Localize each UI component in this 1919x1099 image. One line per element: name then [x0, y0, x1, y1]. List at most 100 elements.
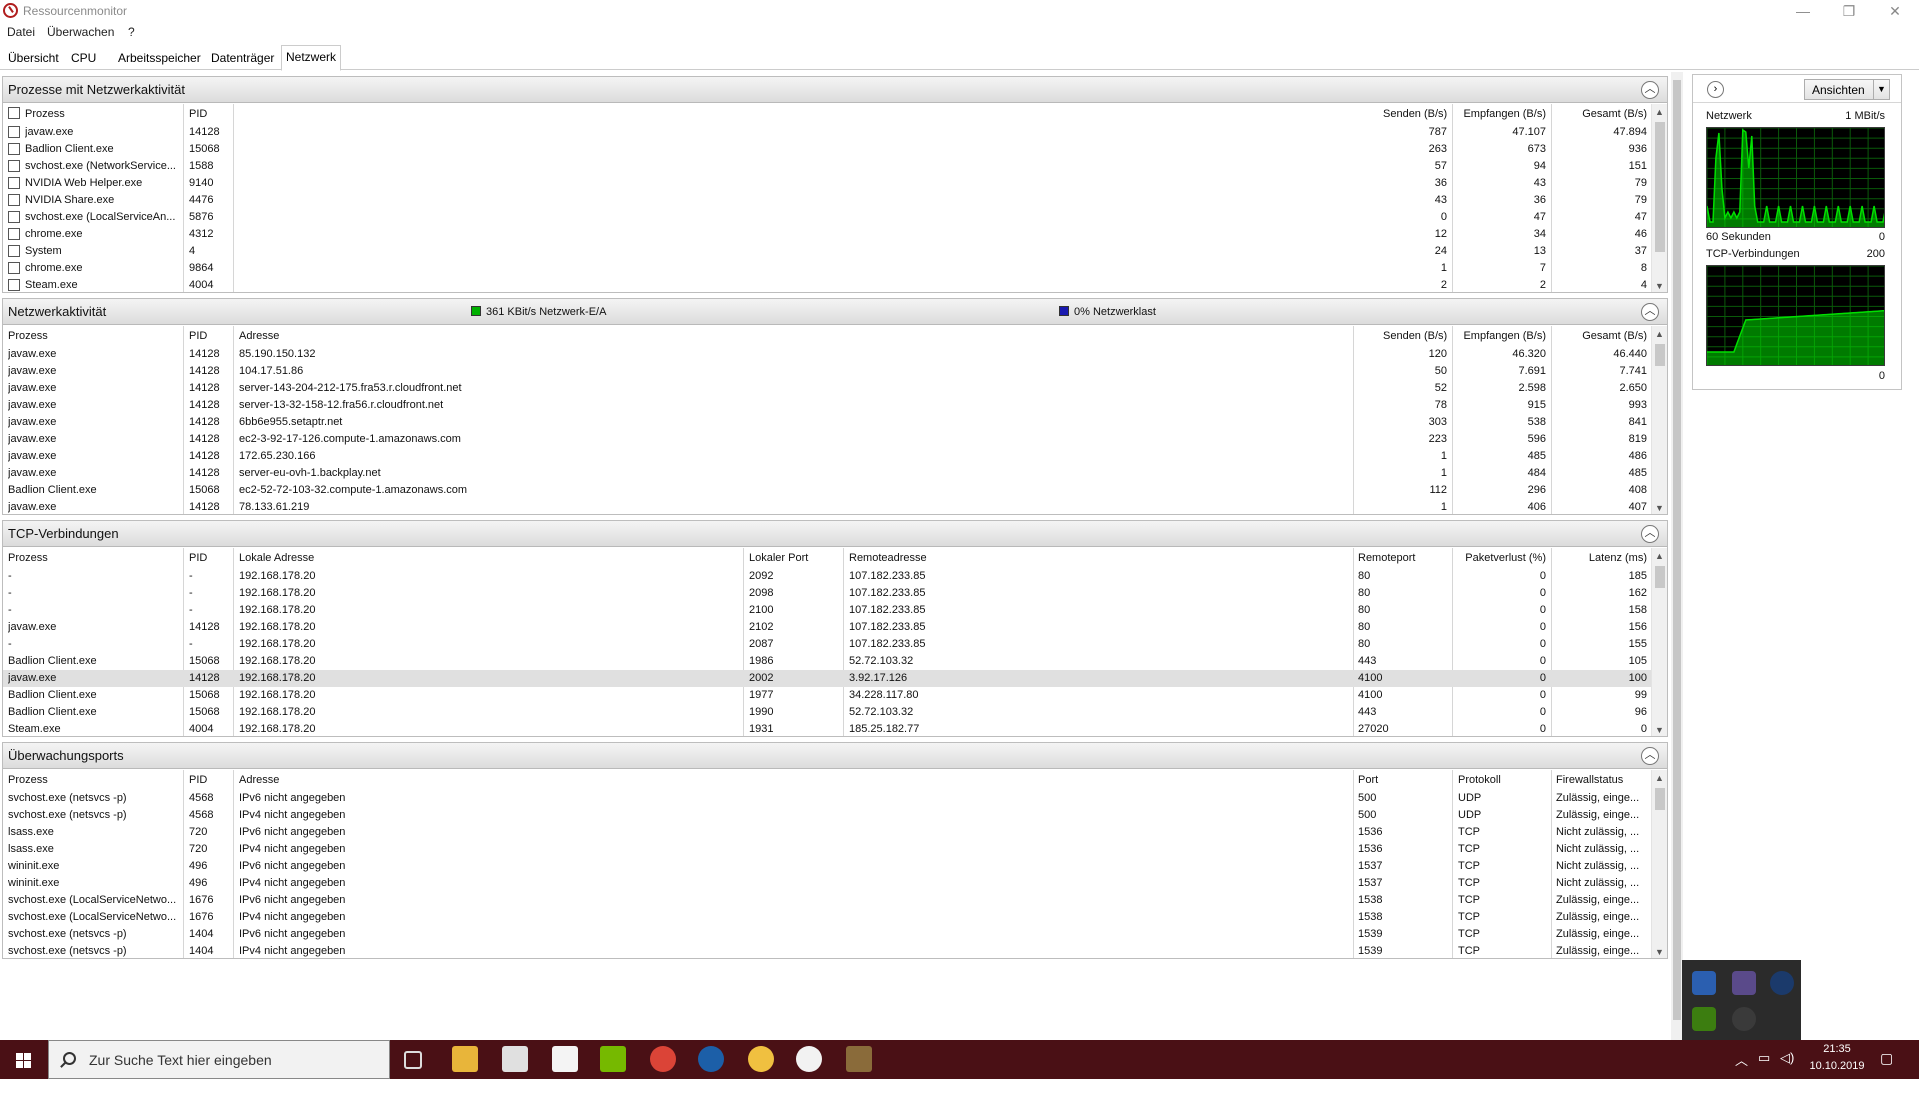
col-adresse[interactable]: Adresse: [239, 774, 279, 786]
table-row[interactable]: Badlion Client.exe 15068 192.168.178.20 197…: [3, 687, 1653, 704]
col-paketverlust[interactable]: Paketverlust (%): [1453, 552, 1546, 564]
table-row[interactable]: wininit.exe 496 IPv6 nicht angegeben 1537 TC…: [3, 858, 1653, 875]
table-row[interactable]: - - 192.168.178.20 2098 107.182.233.85 80 0 162: [3, 585, 1653, 602]
table-row[interactable]: javaw.exe 14128 104.17.51.86 50 7.691 7.741: [3, 363, 1653, 380]
tcp-header[interactable]: TCP-Verbindungen ︿: [3, 521, 1667, 547]
network-icon[interactable]: ▭: [1758, 1050, 1770, 1089]
file-explorer-icon[interactable]: [452, 1046, 478, 1072]
table-row[interactable]: lsass.exe 720 IPv4 nicht angegeben 1536 TCP N…: [3, 841, 1653, 858]
table-row[interactable]: svchost.exe (NetworkService... 1588 57 94 15…: [3, 158, 1653, 175]
table-row[interactable]: javaw.exe 14128 ec2-3-92-17-126.compute-1.…: [3, 431, 1653, 448]
col-senden[interactable]: Senden (B/s): [1383, 108, 1447, 120]
row-checkbox[interactable]: [8, 126, 20, 138]
clock-date[interactable]: 10.10.2019: [1806, 1060, 1868, 1099]
col-prozess[interactable]: Prozess: [25, 108, 65, 120]
processes-header[interactable]: Prozesse mit Netzwerkaktivität ︿: [3, 77, 1667, 103]
views-dropdown[interactable]: Ansichten ▼: [1804, 79, 1890, 100]
col-prozess[interactable]: Prozess: [8, 774, 48, 786]
table-row[interactable]: - - 192.168.178.20 2100 107.182.233.85 80 0 158: [3, 602, 1653, 619]
settings-cogs-icon[interactable]: [1732, 1007, 1756, 1031]
table-row[interactable]: svchost.exe (netsvcs -p) 1404 IPv4 nicht a…: [3, 943, 1653, 958]
col-pid[interactable]: PID: [189, 774, 207, 786]
menu-help[interactable]: ?: [128, 25, 135, 39]
table-row[interactable]: Badlion Client.exe 15068 ec2-52-72-103-32.…: [3, 482, 1653, 499]
table-row[interactable]: System 4 24 13 37: [3, 243, 1653, 260]
start-button[interactable]: [0, 1040, 48, 1079]
tab-cpu[interactable]: CPU: [67, 48, 100, 70]
taskbar-search-box[interactable]: Zur Suche Text hier eingeben: [48, 1040, 390, 1079]
processes-collapse-button[interactable]: ︿: [1641, 81, 1659, 99]
col-latenz[interactable]: Latenz (ms): [1553, 552, 1647, 564]
table-row[interactable]: Steam.exe 4004 2 2 4: [3, 277, 1653, 292]
col-senden[interactable]: Senden (B/s): [1383, 330, 1447, 342]
tab-uebersicht[interactable]: Übersicht: [4, 48, 63, 70]
table-row[interactable]: javaw.exe 14128 192.168.178.20 2002 3.92.17.…: [3, 670, 1653, 687]
col-prozess[interactable]: Prozess: [8, 330, 48, 342]
table-row[interactable]: svchost.exe (netsvcs -p) 1404 IPv6 nicht a…: [3, 926, 1653, 943]
store-icon[interactable]: [502, 1046, 528, 1072]
col-remoteport[interactable]: Remoteport: [1358, 552, 1415, 564]
table-row[interactable]: javaw.exe 14128 172.65.230.166 1 485 486: [3, 448, 1653, 465]
row-checkbox[interactable]: [8, 245, 20, 257]
row-checkbox[interactable]: [8, 160, 20, 172]
table-row[interactable]: svchost.exe (LocalServiceNetwo... 1676 IPv…: [3, 892, 1653, 909]
table-row[interactable]: NVIDIA Share.exe 4476 43 36 79: [3, 192, 1653, 209]
minimize-button[interactable]: —: [1780, 0, 1826, 22]
gamepad-icon[interactable]: [1692, 971, 1716, 995]
col-remoteadresse[interactable]: Remoteadresse: [849, 552, 927, 564]
table-row[interactable]: javaw.exe 14128 6bb6e955.setaptr.net 303 538…: [3, 414, 1653, 431]
activity-header[interactable]: Netzwerkaktivität 361 KBit/s Netzwerk-E/…: [3, 299, 1667, 325]
table-row[interactable]: - - 192.168.178.20 2087 107.182.233.85 80 0 155: [3, 636, 1653, 653]
tab-arbeitsspeicher[interactable]: Arbeitsspeicher: [114, 48, 205, 70]
table-row[interactable]: Badlion Client.exe 15068 192.168.178.20 198…: [3, 653, 1653, 670]
tray-show-hidden-icons[interactable]: ︿: [1735, 1050, 1748, 1089]
volume-icon[interactable]: ◁): [1780, 1050, 1794, 1089]
row-checkbox[interactable]: [8, 211, 20, 223]
row-checkbox[interactable]: [8, 262, 20, 274]
table-row[interactable]: javaw.exe 14128 78.133.61.219 1 406 407: [3, 499, 1653, 514]
col-pid[interactable]: PID: [189, 330, 207, 342]
table-row[interactable]: Badlion Client.exe 15068 192.168.178.20 199…: [3, 704, 1653, 721]
tcp-collapse-button[interactable]: ︿: [1641, 525, 1659, 543]
compass-icon[interactable]: [796, 1046, 822, 1072]
table-row[interactable]: svchost.exe (LocalServiceNetwo... 1676 IPv…: [3, 909, 1653, 926]
row-checkbox[interactable]: [8, 143, 20, 155]
nvidia-icon[interactable]: [1692, 1007, 1716, 1031]
menu-datei[interactable]: Datei: [7, 25, 35, 39]
table-row[interactable]: chrome.exe 4312 12 34 46: [3, 226, 1653, 243]
row-checkbox[interactable]: [8, 228, 20, 240]
col-lokaler-port[interactable]: Lokaler Port: [749, 552, 808, 564]
col-lokale-adresse[interactable]: Lokale Adresse: [239, 552, 314, 564]
task-view-icon[interactable]: [404, 1051, 422, 1069]
mail-icon[interactable]: [552, 1046, 578, 1072]
table-row[interactable]: javaw.exe 14128 server-13-32-158-12.fra56.…: [3, 397, 1653, 414]
feather-icon[interactable]: [1732, 971, 1756, 995]
row-checkbox[interactable]: [8, 279, 20, 291]
processes-select-all-checkbox[interactable]: [8, 107, 20, 119]
menu-ueberwachen[interactable]: Überwachen: [47, 25, 114, 39]
close-button[interactable]: ✕: [1872, 0, 1918, 22]
activity-scrollbar[interactable]: ▲ ▼: [1651, 326, 1667, 514]
col-protokoll[interactable]: Protokoll: [1458, 774, 1501, 786]
table-row[interactable]: javaw.exe 14128 787 47.107 47.894: [3, 124, 1653, 141]
main-scrollbar[interactable]: [1671, 72, 1683, 1040]
table-row[interactable]: wininit.exe 496 IPv4 nicht angegeben 1537 TC…: [3, 875, 1653, 892]
col-gesamt[interactable]: Gesamt (B/s): [1553, 330, 1647, 342]
col-adresse[interactable]: Adresse: [239, 330, 279, 342]
col-port[interactable]: Port: [1358, 774, 1378, 786]
col-pid[interactable]: PID: [189, 552, 207, 564]
ports-collapse-button[interactable]: ︿: [1641, 747, 1659, 765]
table-row[interactable]: NVIDIA Web Helper.exe 9140 36 43 79: [3, 175, 1653, 192]
col-empfangen[interactable]: Empfangen (B/s): [1453, 108, 1546, 120]
table-row[interactable]: javaw.exe 14128 server-eu-ovh-1.backplay.n…: [3, 465, 1653, 482]
minecraft-icon[interactable]: [846, 1046, 872, 1072]
col-pid[interactable]: PID: [189, 108, 207, 120]
expand-panel-button[interactable]: ›: [1707, 81, 1724, 98]
steam-icon[interactable]: [1770, 971, 1794, 995]
table-row[interactable]: lsass.exe 720 IPv6 nicht angegeben 1536 TCP N…: [3, 824, 1653, 841]
col-firewallstatus[interactable]: Firewallstatus: [1556, 774, 1623, 786]
table-row[interactable]: - - 192.168.178.20 2092 107.182.233.85 80 0 185: [3, 568, 1653, 585]
ports-scrollbar[interactable]: ▲ ▼: [1651, 770, 1667, 958]
col-prozess[interactable]: Prozess: [8, 552, 48, 564]
processes-scrollbar[interactable]: ▲ ▼: [1651, 104, 1667, 292]
